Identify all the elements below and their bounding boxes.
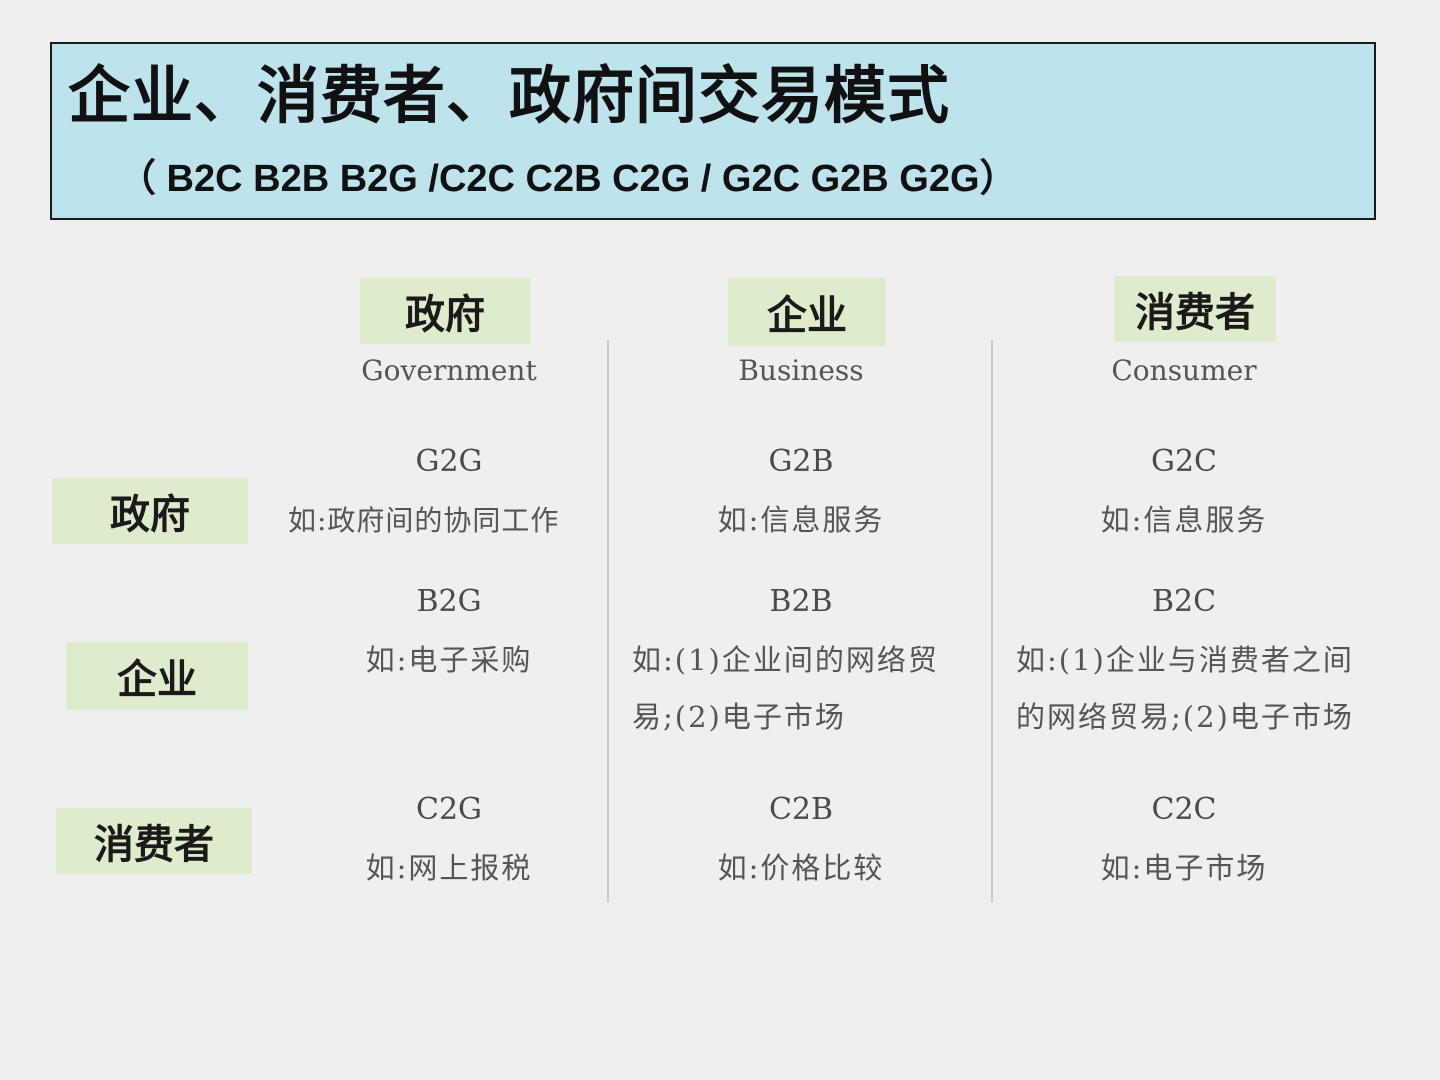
cell-code-b2g: B2G	[416, 584, 482, 619]
column-english-business: Business	[738, 354, 864, 387]
column-english-government: Government	[361, 354, 537, 387]
column-english-consumer: Consumer	[1111, 354, 1257, 387]
row-header-government: 政府	[52, 478, 248, 544]
cell-example-b2b: 如:(1)企业间的网络贸易;(2)电子市场	[632, 643, 939, 734]
cell-code-b2b: B2B	[769, 584, 833, 619]
row-header-consumer: 消费者	[56, 808, 252, 874]
column-header-government: 政府	[360, 278, 530, 344]
cell-code-b2c: B2C	[1151, 584, 1217, 619]
cell-example-b2c: 如:(1)企业与消费者之间的网络贸易;(2)电子市场	[1016, 643, 1354, 734]
column-header-consumer: 消费者	[1114, 276, 1276, 342]
cell-code-c2g: C2G	[415, 792, 482, 827]
page-subtitle: （ B2C B2B B2G /C2C C2B C2G / G2C G2B G2G…	[118, 158, 1018, 200]
cell-example-g2b: 如:信息服务	[717, 503, 885, 537]
cell-code-g2g: G2G	[415, 444, 483, 479]
cell-code-c2b: C2B	[768, 792, 834, 827]
column-divider-2	[991, 340, 993, 902]
row-header-business: 企业	[66, 642, 248, 710]
title-box: 企业、消费者、政府间交易模式 （ B2C B2B B2G /C2C C2B C2…	[50, 42, 1376, 220]
cell-code-c2c: C2C	[1151, 792, 1217, 827]
cell-example-c2c: 如:电子市场	[1100, 851, 1268, 885]
cell-example-c2g: 如:网上报税	[365, 851, 533, 885]
cell-example-c2b: 如:价格比较	[717, 851, 885, 885]
page-title: 企业、消费者、政府间交易模式	[68, 59, 951, 132]
column-divider-1	[607, 340, 609, 902]
cell-example-b2g: 如:电子采购	[365, 643, 533, 677]
cell-example-g2g: 如:政府间的协同工作	[288, 504, 560, 537]
cell-code-g2c: G2C	[1150, 444, 1217, 479]
cell-example-g2c: 如:信息服务	[1100, 503, 1268, 537]
cell-code-g2b: G2B	[768, 444, 834, 479]
column-header-business: 企业	[728, 278, 886, 346]
